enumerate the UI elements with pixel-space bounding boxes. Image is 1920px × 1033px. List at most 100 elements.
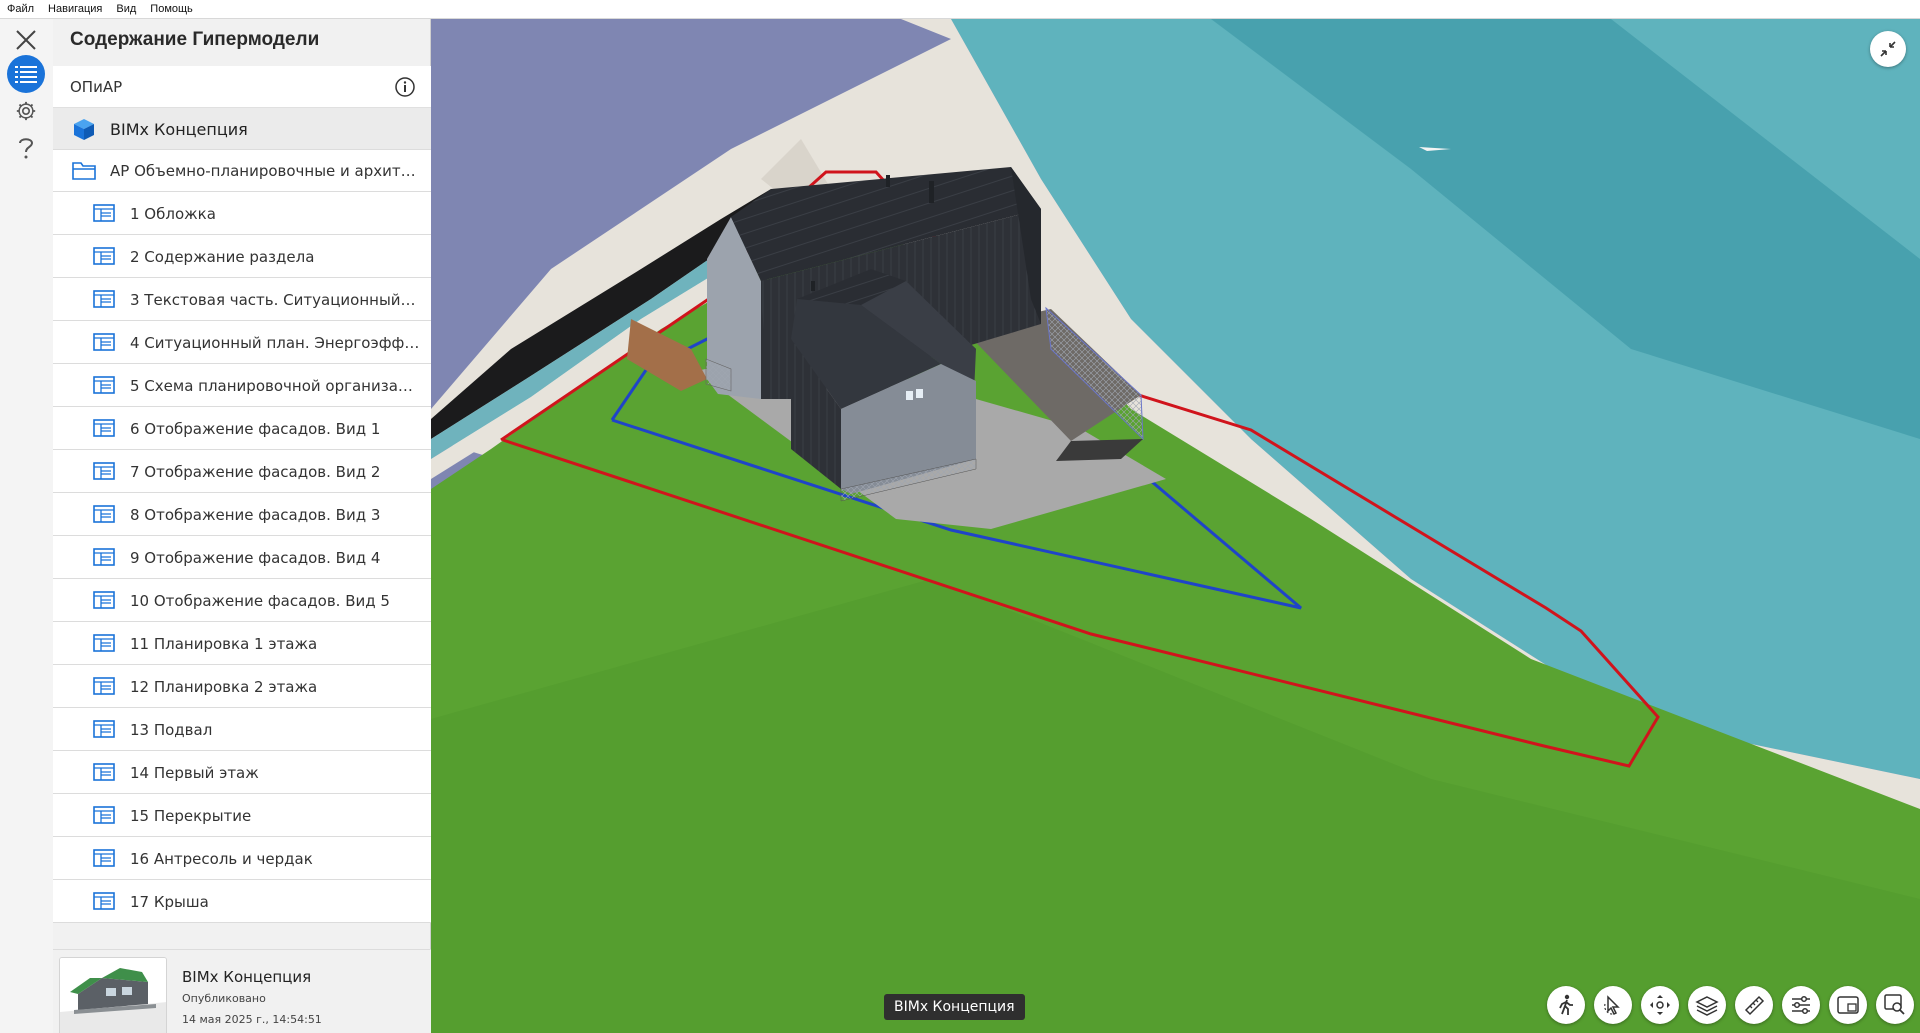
sheet-icon [93,419,115,437]
sheet-label: 15 Перекрытие [130,807,252,825]
list-icon [15,66,37,83]
sheet-item[interactable]: 15 Перекрытие [53,794,431,837]
model-info-card[interactable]: BIMx Концепция Опубликовано 14 мая 2025 … [53,949,431,1033]
cube-icon [74,119,94,140]
sheet-icon [93,333,115,351]
sheet-item[interactable]: 9 Отображение фасадов. Вид 4 [53,536,431,579]
sheet-icon [93,677,115,695]
menu-navigation[interactable]: Навигация [48,3,102,15]
sheet-item[interactable]: 13 Подвал [53,708,431,751]
zoom-extents-icon [1884,994,1905,1015]
settings-sliders-icon [1792,995,1810,1015]
sheet-list: 1 Обложка 2 Содержание раздела 3 Текстов… [53,192,431,948]
sheet-view-button[interactable] [1829,986,1867,1024]
sheet-item[interactable]: 2 Содержание раздела [53,235,431,278]
measure-icon [1744,995,1765,1016]
model-row[interactable]: BIMx Концепция [53,108,431,150]
exit-fullscreen-button[interactable] [1870,31,1906,67]
project-name: ОПиАР [70,78,123,96]
sheet-view-icon [1837,996,1859,1014]
view-settings-button[interactable] [1782,986,1820,1024]
settings-button[interactable] [7,92,45,130]
sheet-icon [93,462,115,480]
orbit-pointer-icon [1604,995,1620,1016]
sheet-label: 17 Крыша [130,893,209,911]
orbit-pointer-button[interactable] [1594,986,1632,1024]
sheet-label: 3 Текстовая часть. Ситуационный план [130,291,420,309]
sheet-label: 7 Отображение фасадов. Вид 2 [130,463,381,481]
info-icon[interactable] [394,76,416,98]
sheet-label: 13 Подвал [130,721,213,739]
contents-panel: Содержание Гипермодели ОПиАР BIMx Концеп… [53,19,431,1033]
3d-viewport[interactable]: BIMx Концепция [431,19,1920,1033]
sheet-item[interactable]: 16 Антресоль и чердак [53,837,431,880]
sheet-item[interactable]: 3 Текстовая часть. Ситуационный план [53,278,431,321]
sheet-icon [93,204,115,222]
navigation-toolbar [1538,986,1914,1030]
sheet-item[interactable]: 8 Отображение фасадов. Вид 3 [53,493,431,536]
sheet-icon [93,290,115,308]
sheet-label: 11 Планировка 1 этажа [130,635,318,653]
sheet-icon [93,247,115,265]
sheet-icon [93,763,115,781]
sheet-label: 5 Схема планировочной организации участк… [130,377,420,395]
publish-status: Опубликовано [182,992,266,1005]
sheet-item[interactable]: 14 Первый этаж [53,751,431,794]
sheet-label: 4 Ситуационный план. Энергоэффективность [130,334,420,352]
sheet-icon [93,376,115,394]
panel-title: Содержание Гипермодели [70,29,320,50]
sheet-item[interactable]: 1 Обложка [53,192,431,235]
sheet-label: 8 Отображение фасадов. Вид 3 [130,506,381,524]
sheet-item[interactable]: 17 Крыша [53,880,431,923]
sheet-item[interactable]: 6 Отображение фасадов. Вид 1 [53,407,431,450]
collapse-icon [1880,41,1896,57]
sheet-icon [93,849,115,867]
pan-button[interactable] [1641,986,1679,1024]
scene-render [431,19,1920,1033]
folder-row[interactable]: АР Объемно-планировочные и архитектурные… [53,150,431,192]
menu-file[interactable]: Файл [7,3,34,15]
folder-label: АР Объемно-планировочные и архитектурные… [110,162,420,180]
layers-icon [1695,996,1719,1016]
sheet-item[interactable]: 4 Ситуационный план. Энергоэффективность [53,321,431,364]
sheet-item[interactable]: 5 Схема планировочной организации участк… [53,364,431,407]
menu-view[interactable]: Вид [116,3,136,15]
sheet-icon [93,505,115,523]
layers-button[interactable] [1688,986,1726,1024]
close-icon [16,30,36,50]
sheet-label: 12 Планировка 2 этажа [130,678,318,696]
sheet-label: 1 Обложка [130,205,216,223]
measure-button[interactable] [1735,986,1773,1024]
project-row[interactable]: ОПиАР [53,66,431,108]
contents-button[interactable] [7,55,45,93]
app-window: Файл Навигация Вид Помощь Содержание Гип… [0,0,1920,1033]
sheet-label: 14 Первый этаж [130,764,259,782]
sheet-label: 10 Отображение фасадов. Вид 5 [130,592,390,610]
menu-help[interactable]: Помощь [150,3,193,15]
help-button[interactable] [7,129,45,167]
help-icon [19,138,34,159]
walk-icon [1559,994,1573,1015]
icon-rail [0,19,53,1033]
sheet-icon [93,591,115,609]
sheet-icon [93,548,115,566]
sheet-label: 2 Содержание раздела [130,248,315,266]
settings-icon [16,101,36,121]
sheet-icon [93,806,115,824]
zoom-extents-button[interactable] [1876,986,1914,1024]
sheet-item[interactable]: 7 Отображение фасадов. Вид 2 [53,450,431,493]
sheet-icon [93,634,115,652]
sheet-item[interactable]: 12 Планировка 2 этажа [53,665,431,708]
walk-button[interactable] [1547,986,1585,1024]
close-panel-button[interactable] [7,21,45,59]
model-name-tag: BIMx Концепция [884,994,1025,1020]
folder-icon [72,162,96,180]
publish-date: 14 мая 2025 г., 14:54:51 [182,1013,322,1026]
sheet-item[interactable]: 10 Отображение фасадов. Вид 5 [53,579,431,622]
model-label: BIMx Концепция [110,120,248,139]
sheet-icon [93,720,115,738]
sheet-label: 6 Отображение фасадов. Вид 1 [130,420,381,438]
menu-bar: Файл Навигация Вид Помощь [0,0,1920,19]
sheet-label: 9 Отображение фасадов. Вид 4 [130,549,381,567]
sheet-item[interactable]: 11 Планировка 1 этажа [53,622,431,665]
